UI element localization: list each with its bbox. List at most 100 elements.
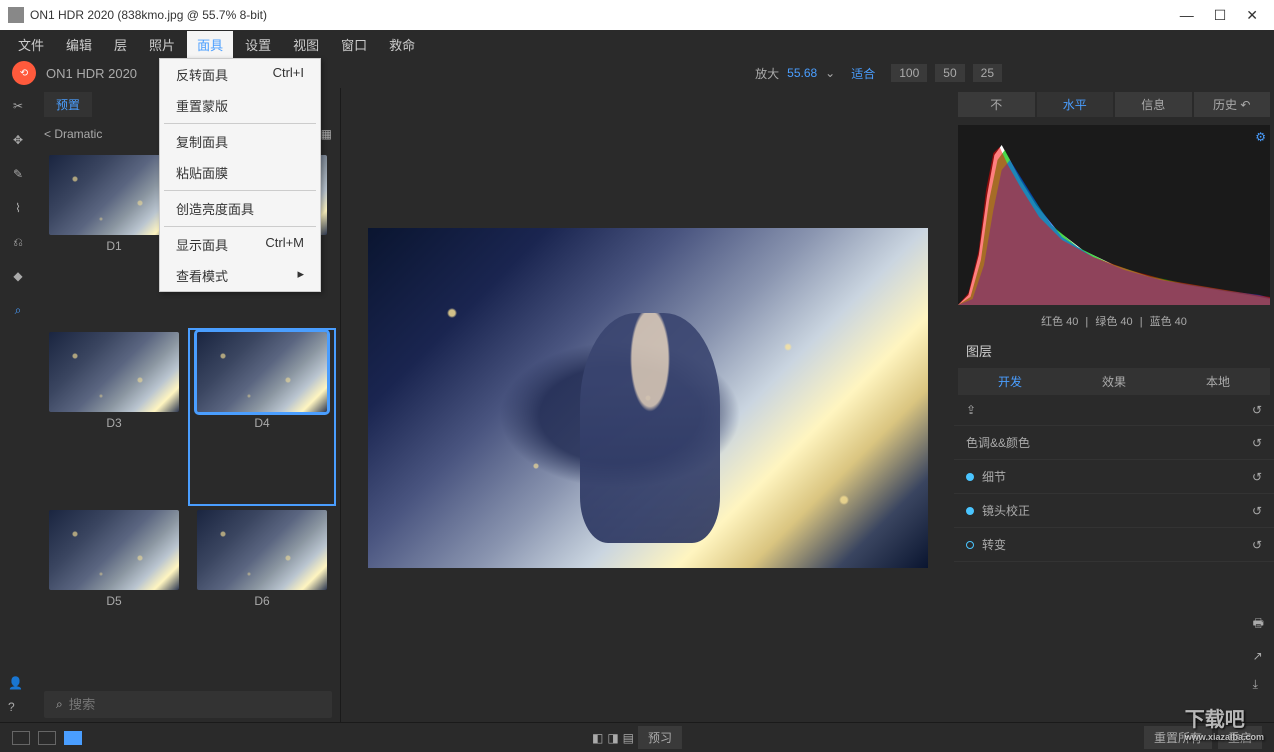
dropdown-separator <box>164 123 316 124</box>
single-view-icon[interactable] <box>12 731 30 745</box>
panel-lens-correction[interactable]: 镜头校正 ↺ <box>954 494 1274 528</box>
panel-transform[interactable]: 转变 ↺ <box>954 528 1274 562</box>
dropdown-reset-mask[interactable]: 重置蒙版 <box>160 90 320 121</box>
menu-photo[interactable]: 照片 <box>139 31 185 58</box>
fit-button[interactable]: 适合 <box>843 63 883 84</box>
left-toolbar: ✂ ✥ ✎ ⌇ ⎌ ◆ ⌕ <box>0 88 36 722</box>
window-titlebar: ON1 HDR 2020 (838kmo.jpg @ 55.7% 8-bit) … <box>0 0 1274 30</box>
preset-d5[interactable]: D5 <box>44 510 184 679</box>
histogram-svg <box>958 125 1270 305</box>
menu-help[interactable]: 救命 <box>379 31 425 58</box>
dropdown-invert-mask[interactable]: 反转面具Ctrl+I <box>160 59 320 90</box>
canvas-area[interactable] <box>341 88 954 722</box>
histogram-blue: 蓝色 40 <box>1150 316 1187 328</box>
preset-back-button[interactable]: < Dramatic <box>44 127 102 141</box>
clip-warning-icon[interactable]: ◧ <box>592 731 603 745</box>
tab-effects[interactable]: 效果 <box>1062 368 1166 395</box>
panel-tone-color[interactable]: 色调&&颜色 ↺ <box>954 426 1274 460</box>
reset-icon[interactable]: ↺ <box>1252 436 1262 450</box>
menu-layer[interactable]: 层 <box>104 31 137 58</box>
minimize-button[interactable]: — <box>1180 7 1194 24</box>
zoom-tool-icon[interactable]: ⌕ <box>8 300 28 320</box>
heal-tool-icon[interactable]: ⌇ <box>8 198 28 218</box>
effect-tool-icon[interactable]: ◆ <box>8 266 28 286</box>
maximize-button[interactable]: ☐ <box>1214 7 1227 24</box>
app-icon <box>8 7 24 23</box>
brush-tool-icon[interactable]: ✎ <box>8 164 28 184</box>
clone-tool-icon[interactable]: ⎌ <box>8 232 28 252</box>
preset-search[interactable]: ⌕ <box>44 691 332 718</box>
preview-button[interactable]: 预习 <box>638 726 682 749</box>
move-tool-icon[interactable]: ✥ <box>8 130 28 150</box>
mask-dropdown: 反转面具Ctrl+I 重置蒙版 复制面具 粘贴面膜 创造亮度面具 显示面具Ctr… <box>159 58 321 292</box>
tab-develop[interactable]: 开发 <box>958 368 1062 395</box>
panel-export-row[interactable]: ⇪ ↺ <box>954 395 1274 426</box>
mask-icon[interactable]: ▤ <box>623 731 634 745</box>
share-icon[interactable]: ↗ <box>1253 649 1264 663</box>
menu-edit[interactable]: 编辑 <box>56 31 102 58</box>
tab-local[interactable]: 本地 <box>1166 368 1270 395</box>
reset-button[interactable]: 重启 <box>1218 726 1262 749</box>
menu-mask[interactable]: 面具 <box>187 31 233 58</box>
panel-label: 转变 <box>982 536 1006 553</box>
dropdown-show-mask[interactable]: 显示面具Ctrl+M <box>160 229 320 260</box>
window-controls: — ☐ ✕ <box>1180 7 1266 24</box>
export-icon[interactable]: ⤓ <box>1253 677 1264 692</box>
dropdown-luminosity-mask[interactable]: 创造亮度面具 <box>160 193 320 224</box>
submenu-arrow-icon: ▸ <box>297 266 304 285</box>
layers-header: 图层 <box>954 333 1274 368</box>
grid-view-icon[interactable]: ▦ <box>321 127 332 141</box>
histogram-readout: 红色 40 | 绿色 40 | 蓝色 40 <box>954 309 1274 333</box>
menu-settings[interactable]: 设置 <box>235 31 281 58</box>
left-bottom-icons: 👤 ? <box>8 676 23 714</box>
tab-info[interactable]: 信息 <box>1115 92 1192 117</box>
reset-all-button[interactable]: 重置所有 <box>1144 726 1212 749</box>
zoom-dropdown-icon[interactable]: ⌄ <box>825 66 835 80</box>
search-icon: ⌕ <box>56 697 63 712</box>
dropdown-paste-mask[interactable]: 粘贴面膜 <box>160 157 320 188</box>
panel-label: 镜头校正 <box>982 502 1030 519</box>
tab-none[interactable]: 不 <box>958 92 1035 117</box>
soft-proof-icon[interactable]: ◨ <box>607 731 618 745</box>
zoom-50-button[interactable]: 50 <box>935 64 964 82</box>
right-bottom-icons: 🖶 ↗ ⤓ <box>1253 614 1264 692</box>
compare-view-icon[interactable] <box>64 731 82 745</box>
preset-d4[interactable]: D4 <box>192 332 332 501</box>
zoom-25-button[interactable]: 25 <box>973 64 1002 82</box>
right-top-tabs: 不 水平 信息 历史 ↶ <box>954 88 1274 121</box>
develop-tabs: 开发 效果 本地 <box>958 368 1270 395</box>
histogram-green: 绿色 40 <box>1095 316 1132 328</box>
canvas-image <box>368 228 928 568</box>
menu-file[interactable]: 文件 <box>8 31 54 58</box>
dropdown-separator <box>164 226 316 227</box>
menu-window[interactable]: 窗口 <box>331 31 377 58</box>
panel-details[interactable]: 细节 ↺ <box>954 460 1274 494</box>
help-icon[interactable]: ? <box>8 700 23 714</box>
dropdown-view-mode[interactable]: 查看模式▸ <box>160 260 320 291</box>
preset-d3[interactable]: D3 <box>44 332 184 501</box>
search-input[interactable] <box>69 697 320 712</box>
crop-tool-icon[interactable]: ✂ <box>8 96 28 116</box>
panel-label: 细节 <box>982 468 1006 485</box>
user-icon[interactable]: 👤 <box>8 676 23 690</box>
zoom-controls: 放大 55.68 ⌄ 适合 100 50 25 <box>755 63 1002 84</box>
close-button[interactable]: ✕ <box>1246 7 1258 24</box>
reset-icon[interactable]: ↺ <box>1252 538 1262 552</box>
bottom-right-controls: 重置所有 重启 <box>1144 726 1262 749</box>
panel-label: 色调&&颜色 <box>966 434 1030 451</box>
tab-history[interactable]: 历史 ↶ <box>1194 92 1271 117</box>
reset-icon[interactable]: ↺ <box>1252 504 1262 518</box>
preset-tab[interactable]: 预置 <box>44 92 92 117</box>
histogram-red: 红色 40 <box>1041 316 1078 328</box>
split-view-icon[interactable] <box>38 731 56 745</box>
reset-icon[interactable]: ↺ <box>1252 403 1262 417</box>
settings-icon[interactable]: ⚙ <box>1255 130 1266 144</box>
print-icon[interactable]: 🖶 <box>1253 614 1264 635</box>
dropdown-copy-mask[interactable]: 复制面具 <box>160 126 320 157</box>
zoom-value[interactable]: 55.68 <box>787 66 817 80</box>
reset-icon[interactable]: ↺ <box>1252 470 1262 484</box>
zoom-100-button[interactable]: 100 <box>891 64 927 82</box>
menu-view[interactable]: 视图 <box>283 31 329 58</box>
preset-d6[interactable]: D6 <box>192 510 332 679</box>
tab-level[interactable]: 水平 <box>1037 92 1114 117</box>
